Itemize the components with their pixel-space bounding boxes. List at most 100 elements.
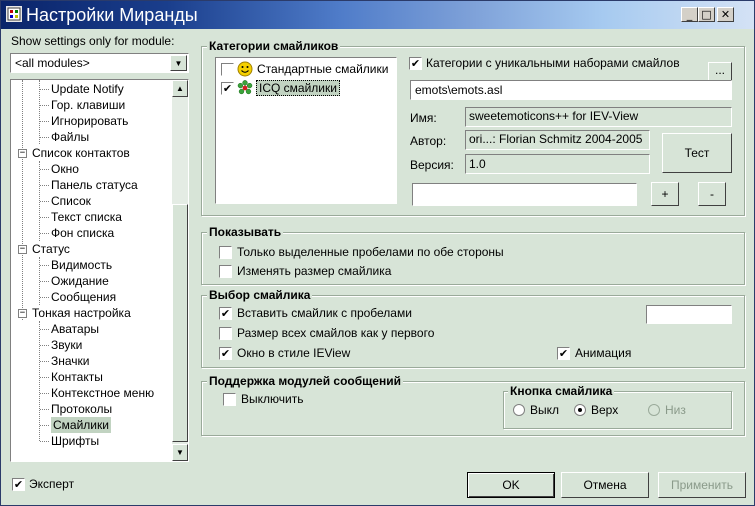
maximize-button[interactable]: □ — [698, 7, 715, 22]
tree-item[interactable]: Шрифты — [51, 433, 99, 449]
tree-expander-icon[interactable]: − — [18, 245, 27, 254]
resize-smiley-label: Изменять размер смайлика — [237, 264, 392, 278]
tree-connector — [40, 169, 49, 170]
tree-connector — [40, 345, 49, 346]
show-title: Показывать — [207, 225, 284, 239]
tree-scrollbar[interactable]: ▲ ▼ — [172, 80, 188, 461]
category-checkbox-icq[interactable]: ✔ — [221, 82, 234, 95]
tree-item[interactable]: Панель статуса — [51, 177, 138, 193]
insert-with-spaces-label: Вставить смайлик с пробелами — [237, 306, 412, 320]
ok-button[interactable]: OK — [467, 472, 555, 498]
remove-category-button[interactable]: - — [698, 182, 726, 206]
tree-connector — [40, 233, 49, 234]
tree-item[interactable]: Ожидание — [51, 273, 109, 289]
same-size-checkbox[interactable] — [219, 327, 232, 340]
ieview-style-label: Окно в стиле IEView — [237, 346, 351, 360]
tree-connector — [40, 281, 49, 282]
settings-tree[interactable]: Update Notify Гор. клавиши Игнорировать Фай… — [10, 79, 189, 462]
show-spaced-only-checkbox[interactable] — [219, 246, 232, 259]
tree-item[interactable]: Список контактов — [32, 145, 130, 161]
tree-item[interactable]: Протоколы — [51, 401, 112, 417]
version-field: 1.0 — [465, 154, 650, 174]
check-icon: ✔ — [220, 347, 231, 360]
check-icon: ✔ — [410, 57, 421, 70]
add-category-button[interactable]: + — [651, 182, 679, 206]
minimize-button[interactable]: _ — [681, 7, 698, 22]
tree-item[interactable]: Файлы — [51, 129, 89, 145]
check-icon: ✔ — [222, 82, 233, 95]
category-list[interactable]: Стандартные смайлики ✔ ICQ смайлики — [215, 57, 397, 204]
tree-connector — [40, 89, 49, 90]
version-label: Версия: — [410, 158, 454, 172]
tree-connector — [40, 201, 49, 202]
radio-bottom-label: Низ — [665, 403, 686, 417]
tree-item[interactable]: Смайлики — [51, 417, 111, 433]
tree-item[interactable]: Значки — [51, 353, 90, 369]
tree-item[interactable]: Окно — [51, 161, 79, 177]
name-label: Имя: — [410, 111, 437, 125]
tree-connector — [40, 393, 49, 394]
tree-item[interactable]: Статус — [32, 241, 70, 257]
tree-item[interactable]: Update Notify — [51, 81, 124, 97]
version-value: 1.0 — [469, 157, 486, 171]
tree-item[interactable]: Список — [51, 193, 91, 209]
tree-connector — [40, 441, 49, 442]
tree-connector — [40, 377, 49, 378]
ieview-style-checkbox[interactable]: ✔ — [219, 347, 232, 360]
icq-flower-icon — [237, 80, 253, 95]
window-title: Настройки Миранды — [26, 5, 198, 25]
select-title: Выбор смайлика — [207, 288, 313, 302]
animation-checkbox[interactable]: ✔ — [557, 347, 570, 360]
resize-smiley-checkbox[interactable] — [219, 265, 232, 278]
insert-with-spaces-checkbox[interactable]: ✔ — [219, 307, 232, 320]
tree-connector — [40, 425, 49, 426]
tree-item[interactable]: Тонкая настройка — [32, 305, 131, 321]
module-select-value: <all modules> — [15, 56, 90, 70]
disable-label: Выключить — [241, 392, 304, 406]
tree-item[interactable]: Сообщения — [51, 289, 116, 305]
apply-button[interactable]: Применить — [658, 472, 746, 498]
radio-off[interactable] — [513, 404, 525, 416]
cancel-button[interactable]: Отмена — [561, 472, 649, 498]
tree-expander-icon[interactable]: − — [18, 149, 27, 158]
module-filter-label: Show settings only for module: — [11, 34, 175, 48]
test-button[interactable]: Тест — [662, 133, 732, 173]
dropdown-arrow-icon[interactable]: ▼ — [170, 55, 187, 71]
tree-item[interactable]: Звуки — [51, 337, 82, 353]
unique-categories-checkbox[interactable]: ✔ — [409, 57, 422, 70]
category-label-standard: Стандартные смайлики — [257, 62, 389, 76]
path-field[interactable]: emots\emots.asl — [410, 80, 732, 100]
expert-checkbox[interactable]: ✔ — [12, 478, 25, 491]
tree-item[interactable]: Гор. клавиши — [51, 97, 125, 113]
disable-checkbox[interactable] — [223, 393, 236, 406]
tree-item[interactable]: Текст списка — [51, 209, 122, 225]
miranda-app-icon — [6, 6, 22, 22]
tree-item[interactable]: Контекстное меню — [51, 385, 154, 401]
browse-button[interactable]: ... — [708, 62, 732, 82]
scroll-down-icon[interactable]: ▼ — [172, 444, 188, 461]
tree-connector — [40, 409, 49, 410]
tree-item[interactable]: Игнорировать — [51, 113, 128, 129]
name-value: sweetemoticons++ for IEV-View — [469, 109, 639, 123]
tree-item[interactable]: Видимость — [51, 257, 112, 273]
category-label-icq[interactable]: ICQ смайлики — [256, 80, 340, 96]
smiley-text-input[interactable] — [646, 305, 732, 324]
tree-expander-icon[interactable]: − — [18, 309, 27, 318]
new-category-input[interactable] — [412, 183, 637, 206]
tree-item[interactable]: Аватары — [51, 321, 99, 337]
tree-item[interactable]: Контакты — [51, 369, 103, 385]
radio-selected-dot — [578, 408, 582, 412]
check-icon: ✔ — [558, 347, 569, 360]
title-bar[interactable]: Настройки Миранды _ □ ✕ — [1, 1, 754, 29]
scroll-thumb[interactable] — [172, 204, 188, 442]
tree-item[interactable]: Фон списка — [51, 225, 114, 241]
category-checkbox-standard[interactable] — [221, 63, 234, 76]
tree-connector — [40, 121, 49, 122]
module-select[interactable]: <all modules> ▼ — [10, 53, 189, 73]
radio-top[interactable] — [574, 404, 586, 416]
author-value: ori...: Florian Schmitz 2004-2005 — [469, 132, 643, 146]
close-button[interactable]: ✕ — [717, 7, 734, 22]
scroll-up-icon[interactable]: ▲ — [172, 80, 188, 97]
author-field: ori...: Florian Schmitz 2004-2005 — [465, 130, 650, 150]
tree-connector — [40, 265, 49, 266]
